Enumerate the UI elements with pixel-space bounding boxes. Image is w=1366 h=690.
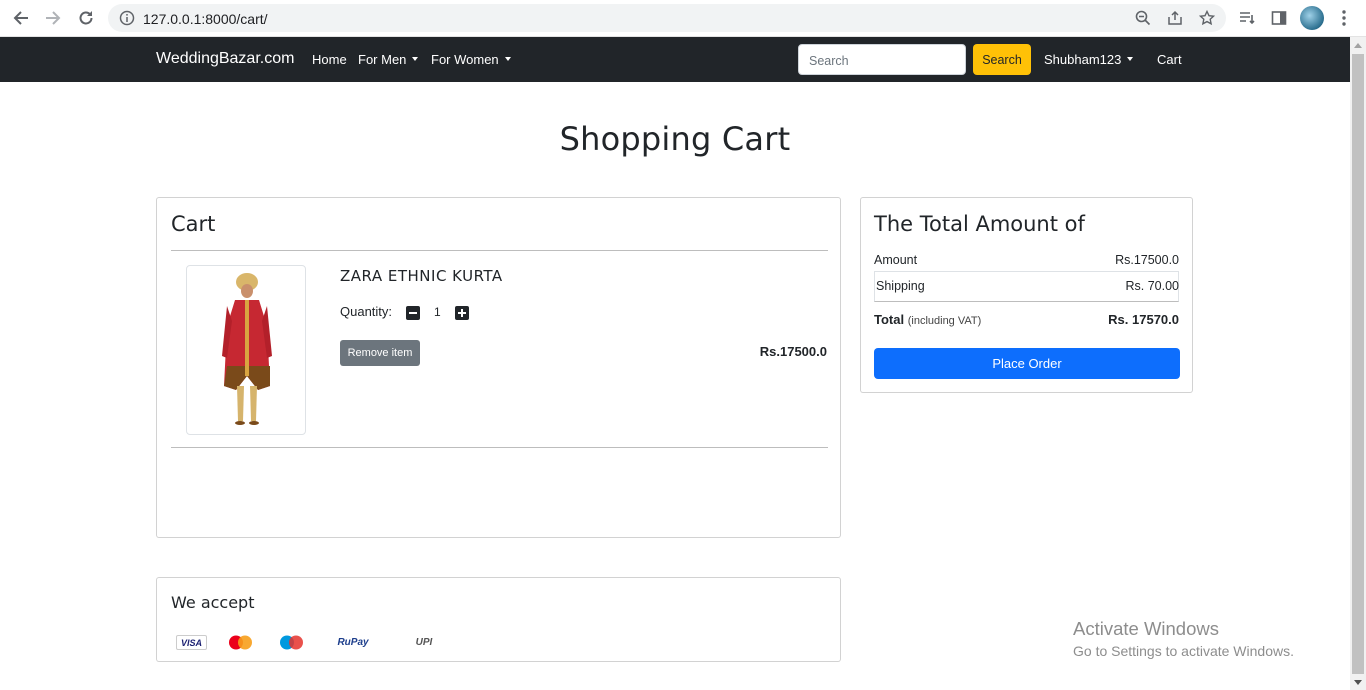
brand-logo[interactable]: WeddingBazar.com: [156, 50, 294, 68]
summary-title: The Total Amount of: [874, 212, 1085, 236]
scroll-up-icon[interactable]: [1354, 43, 1362, 48]
chevron-down-icon: [412, 57, 419, 61]
chevron-down-icon: [504, 57, 511, 61]
maestro-logo: [275, 635, 308, 650]
search-button[interactable]: Search: [973, 44, 1031, 75]
scroll-down-icon[interactable]: [1354, 680, 1362, 685]
user-name: Shubham123: [1044, 52, 1122, 67]
payment-methods-card: We accept VISA RuPay UPI: [156, 577, 841, 662]
upi-logo: UPI: [415, 637, 433, 648]
place-order-button[interactable]: Place Order: [874, 348, 1180, 379]
menu-kebab-icon[interactable]: [1332, 6, 1356, 30]
cart-card: Cart ZARA ETHNIC KURTA Quantity: 1 Remov…: [156, 197, 841, 538]
shipping-row: Shipping Rs. 70.00: [874, 279, 1179, 293]
order-summary-card: The Total Amount of Amount Rs.17500.0 Sh…: [860, 197, 1193, 393]
shipping-label: Shipping: [876, 279, 925, 293]
total-value: Rs. 17570.0: [1108, 312, 1179, 327]
search-input[interactable]: Search: [798, 44, 966, 75]
rupay-logo: RuPay: [337, 637, 369, 648]
amount-value: Rs.17500.0: [1115, 253, 1179, 267]
visa-logo: VISA: [176, 635, 207, 650]
watermark-line1: Activate Windows: [1073, 618, 1219, 639]
chevron-down-icon: [1127, 57, 1134, 61]
total-note: (including VAT): [907, 315, 982, 327]
profile-avatar[interactable]: [1300, 6, 1324, 30]
scroll-thumb[interactable]: [1352, 54, 1364, 674]
url-text[interactable]: 127.0.0.1:8000/cart/: [143, 11, 268, 27]
amount-row: Amount Rs.17500.0: [874, 253, 1179, 267]
nav-for-women-label: For Women: [431, 52, 499, 67]
quantity-value: 1: [434, 305, 441, 319]
nav-cart[interactable]: Cart: [1157, 52, 1182, 67]
total-label: Total: [874, 312, 905, 327]
info-icon[interactable]: [119, 10, 135, 26]
side-panel-icon[interactable]: [1267, 6, 1291, 30]
activate-windows-watermark: Activate Windows Go to Settings to activ…: [1073, 618, 1294, 659]
remove-item-button[interactable]: Remove item: [340, 340, 420, 366]
cart-title: Cart: [171, 212, 216, 236]
watermark-line2: Go to Settings to activate Windows.: [1073, 643, 1294, 659]
shipping-value: Rs. 70.00: [1125, 279, 1179, 293]
divider: [171, 250, 828, 251]
forward-icon[interactable]: [41, 6, 65, 30]
nav-for-men[interactable]: For Men: [358, 52, 419, 67]
reload-icon[interactable]: [74, 6, 98, 30]
item-price: Rs.17500.0: [759, 344, 827, 359]
product-image[interactable]: [186, 265, 306, 435]
decrease-quantity-icon[interactable]: [406, 306, 420, 320]
nav-home[interactable]: Home: [312, 52, 347, 67]
back-icon[interactable]: [9, 6, 33, 30]
total-row: Total (including VAT) Rs. 17570.0: [874, 312, 1179, 327]
mastercard-logo: [224, 635, 257, 650]
amount-label: Amount: [874, 253, 918, 267]
increase-quantity-icon[interactable]: [455, 306, 469, 320]
share-icon[interactable]: [1167, 10, 1183, 26]
quantity-label: Quantity:: [340, 304, 393, 319]
nav-for-women[interactable]: For Women: [431, 52, 511, 67]
bookmark-star-icon[interactable]: [1198, 9, 1216, 26]
browser-toolbar: 127.0.0.1:8000/cart/: [0, 0, 1366, 37]
user-menu[interactable]: Shubham123: [1044, 52, 1134, 67]
product-name[interactable]: ZARA ETHNIC KURTA: [340, 267, 503, 285]
page-title: Shopping Cart: [559, 120, 791, 158]
address-bar[interactable]: 127.0.0.1:8000/cart/: [108, 4, 1226, 32]
reading-list-icon[interactable]: [1235, 6, 1259, 30]
site-navbar: WeddingBazar.com Home For Men For Women …: [0, 37, 1350, 82]
page-scrollbar[interactable]: [1350, 37, 1366, 690]
payments-title: We accept: [171, 593, 255, 612]
zoom-icon[interactable]: [1135, 10, 1151, 26]
nav-for-men-label: For Men: [358, 52, 407, 67]
divider: [171, 447, 828, 448]
